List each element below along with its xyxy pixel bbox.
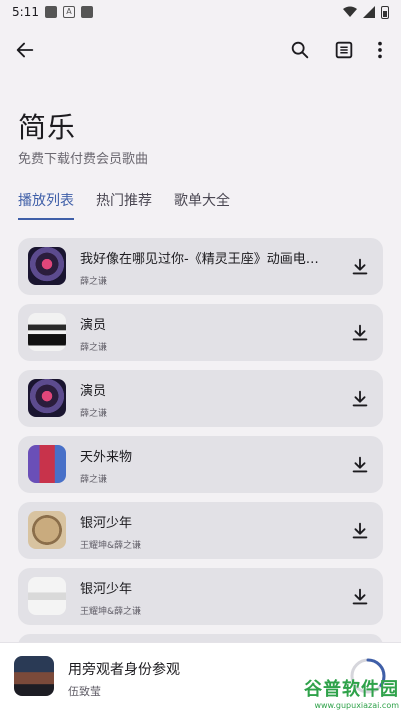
song-title: 我好像在哪见过你-《精灵王座》动画电影... xyxy=(80,252,320,267)
list-view-button[interactable] xyxy=(328,34,360,66)
song-artist: 王耀坤&薛之谦 xyxy=(80,607,142,617)
album-cover xyxy=(28,577,66,615)
song-artist: 薛之谦 xyxy=(80,343,108,353)
app-icon xyxy=(80,6,93,18)
tab-bar: 播放列表 热门推荐 歌单大全 xyxy=(18,190,230,220)
wifi-icon xyxy=(343,6,357,17)
song-artist: 薛之谦 xyxy=(80,277,108,287)
song-title: 天外来物 xyxy=(80,450,133,465)
song-item[interactable]: 演员 薛之谦 xyxy=(18,370,383,427)
download-icon[interactable] xyxy=(349,586,371,608)
song-artist: 薛之谦 xyxy=(80,475,108,485)
album-cover xyxy=(28,313,66,351)
album-cover xyxy=(28,247,66,285)
song-title: 演员 xyxy=(80,384,107,399)
song-item[interactable]: 天外来物 薛之谦 xyxy=(18,436,383,493)
download-icon[interactable] xyxy=(349,256,371,278)
now-playing-title: 用旁观者身份参观 xyxy=(68,662,180,678)
back-button[interactable] xyxy=(9,34,41,66)
watermark-title: 谷普软件园 xyxy=(304,679,399,700)
song-item[interactable]: 我好像在哪见过你-《精灵王座》动画电影... 薛之谦 xyxy=(18,238,383,295)
album-cover xyxy=(28,379,66,417)
tab-playlist[interactable]: 播放列表 xyxy=(18,190,74,220)
song-artist: 王耀坤&薛之谦 xyxy=(80,541,142,551)
back-arrow-icon xyxy=(16,42,34,58)
more-vert-icon xyxy=(378,41,382,59)
song-artist: 薛之谦 xyxy=(80,409,108,419)
album-cover xyxy=(28,511,66,549)
album-cover xyxy=(28,445,66,483)
now-playing-artist: 伍致莹 xyxy=(68,685,101,698)
status-bar: 5:11 A xyxy=(0,0,401,24)
list-view-icon xyxy=(335,41,353,59)
download-icon[interactable] xyxy=(349,322,371,344)
more-button[interactable] xyxy=(364,34,396,66)
status-time: 5:11 xyxy=(12,5,39,19)
tab-songlists[interactable]: 歌单大全 xyxy=(174,190,230,220)
page-title: 简乐 xyxy=(18,111,77,144)
download-icon[interactable] xyxy=(349,454,371,476)
notification-icon xyxy=(44,6,57,18)
signal-icon xyxy=(363,6,375,18)
download-icon[interactable] xyxy=(349,388,371,410)
watermark: 谷普软件园 www.gupuxiazai.com xyxy=(304,675,399,710)
watermark-url: www.gupuxiazai.com xyxy=(314,701,399,710)
tab-hot[interactable]: 热门推荐 xyxy=(96,190,152,220)
download-icon[interactable] xyxy=(349,520,371,542)
song-title: 演员 xyxy=(80,318,107,333)
song-title: 银河少年 xyxy=(80,582,133,597)
search-button[interactable] xyxy=(284,34,316,66)
now-playing-cover xyxy=(14,656,54,696)
app-bar xyxy=(0,28,401,72)
song-title: 银河少年 xyxy=(80,516,133,531)
song-list: 我好像在哪见过你-《精灵王座》动画电影... 薛之谦 演员 薛之谦 演员 薛之谦… xyxy=(18,238,383,673)
a-icon: A xyxy=(62,6,75,18)
page-subtitle: 免费下载付费会员歌曲 xyxy=(18,152,149,167)
search-icon xyxy=(291,41,309,59)
battery-icon xyxy=(381,5,389,19)
song-item[interactable]: 银河少年 王耀坤&薛之谦 xyxy=(18,568,383,625)
song-item[interactable]: 银河少年 王耀坤&薛之谦 xyxy=(18,502,383,559)
song-item[interactable]: 演员 薛之谦 xyxy=(18,304,383,361)
